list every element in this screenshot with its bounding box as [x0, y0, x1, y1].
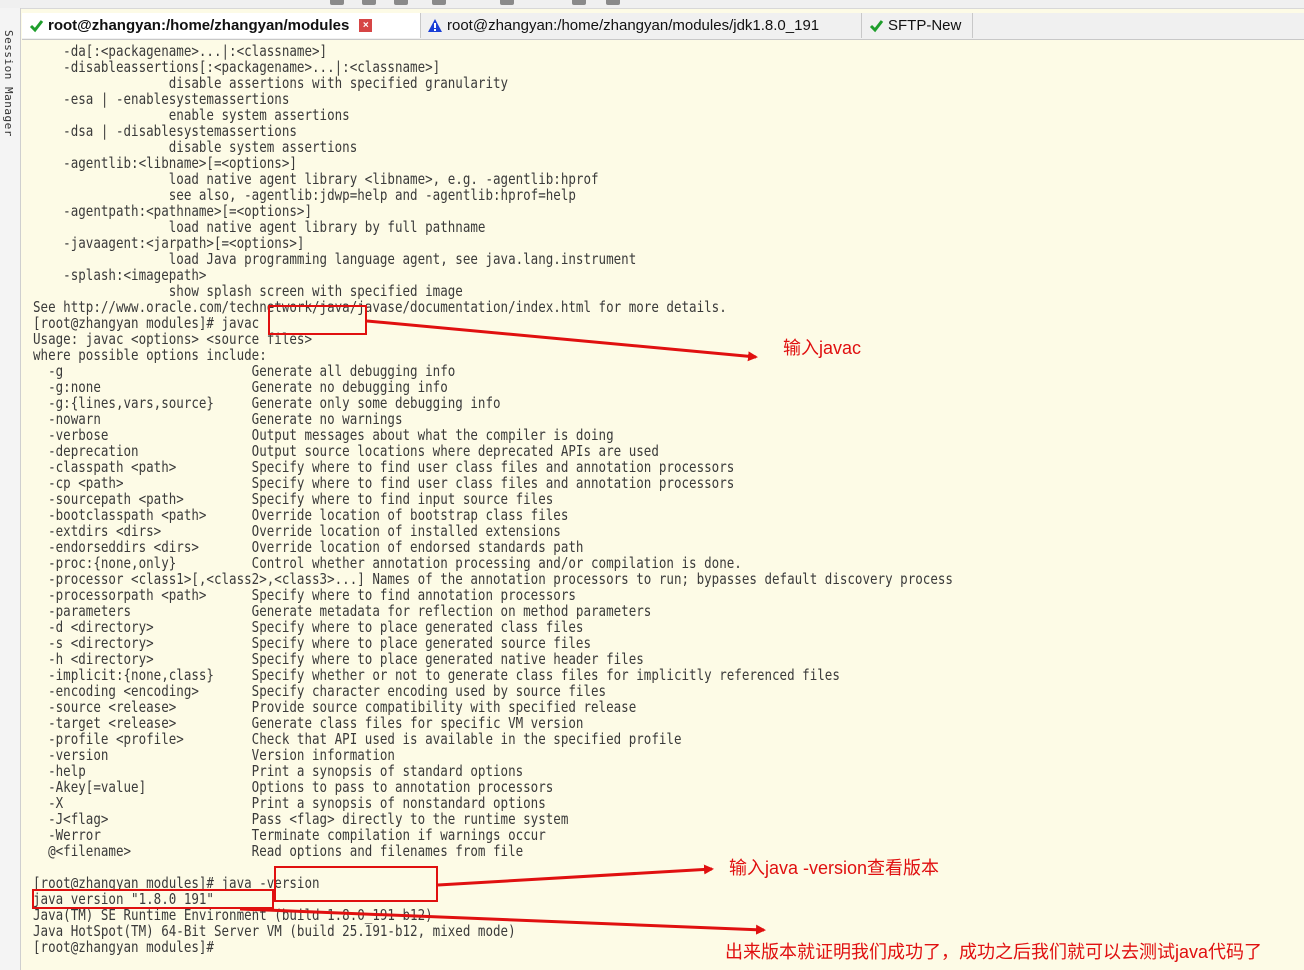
- annotation-version: 输入java -version查看版本: [729, 858, 940, 878]
- arrow-success: [239, 907, 766, 935]
- arrow-javac: [366, 319, 758, 362]
- annotation-javac: 输入javac: [783, 338, 862, 358]
- arrow-version: [437, 864, 714, 887]
- annotation-arrows: [239, 319, 766, 935]
- annotation-success: 出来版本就证明我们成功了，成功之后我们就可以去测试java代码了: [725, 942, 1263, 962]
